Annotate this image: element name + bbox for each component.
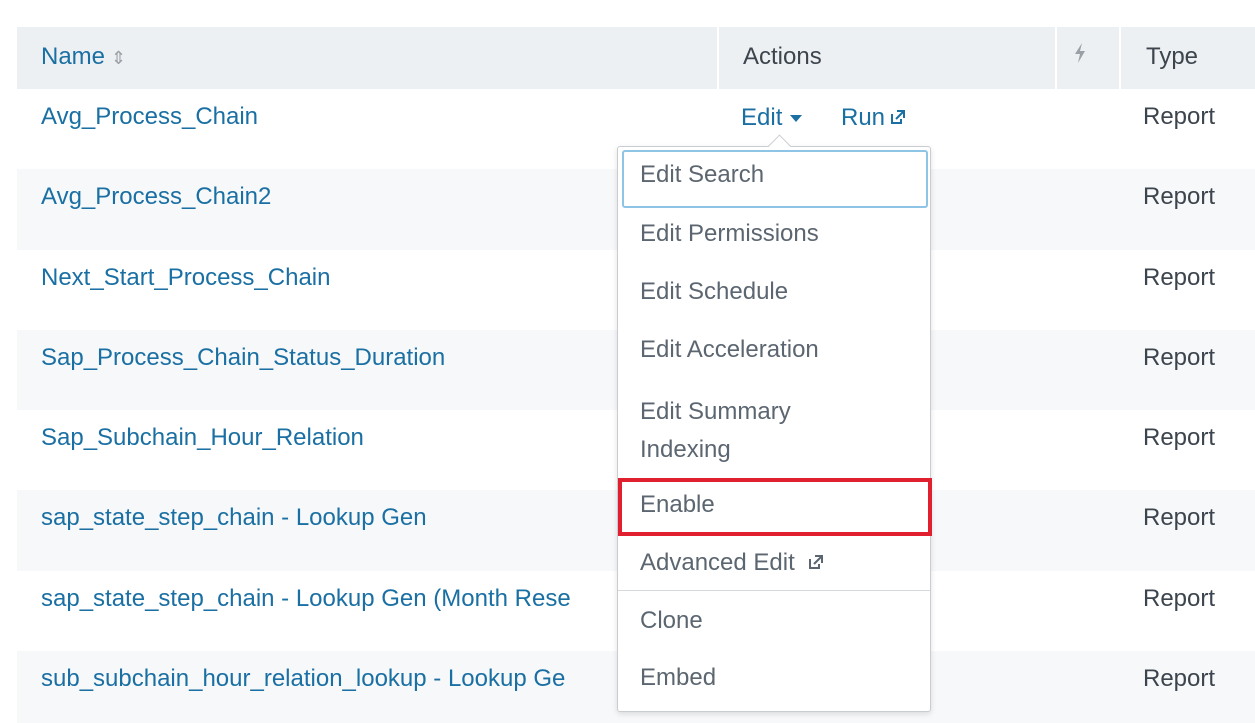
report-type: Report — [1143, 183, 1216, 211]
column-divider — [1055, 27, 1057, 89]
menu-item-edit-search[interactable]: Edit Search — [640, 161, 764, 189]
edit-dropdown-menu: Edit Search Edit Permissions Edit Schedu… — [617, 134, 932, 712]
edit-dropdown-label: Edit — [741, 104, 783, 131]
run-link[interactable]: Run — [841, 104, 906, 132]
report-name-link[interactable]: Next_Start_Process_Chain — [41, 264, 619, 292]
report-type: Report — [1143, 424, 1216, 452]
caret-down-icon — [790, 115, 803, 123]
column-divider — [1119, 27, 1121, 89]
saved-searches-page: Name ⇕ Actions Type Avg_Process_Chain Rep… — [0, 0, 1255, 723]
report-type: Report — [1143, 103, 1216, 130]
report-type: Report — [1143, 504, 1216, 532]
table-header: Name ⇕ Actions Type — [17, 27, 1255, 89]
external-link-icon — [808, 555, 823, 569]
menu-item-edit-summary-line1: Edit Summary — [640, 398, 791, 425]
menu-item-clone[interactable]: Clone — [640, 607, 703, 635]
report-name-link[interactable]: sap_state_step_chain - Lookup Gen — [41, 504, 619, 532]
report-name-link[interactable]: Avg_Process_Chain — [41, 103, 619, 131]
menu-divider — [618, 590, 930, 591]
report-name-link[interactable]: sap_state_step_chain - Lookup Gen (Month… — [41, 585, 619, 613]
column-header-actions: Actions — [743, 43, 822, 70]
report-type: Report — [1143, 343, 1216, 371]
report-name-link[interactable]: sub_subchain_hour_relation_lookup - Look… — [41, 665, 619, 693]
menu-item-enable[interactable]: Enable — [640, 491, 715, 519]
menu-item-edit-summary-indexing[interactable]: Edit Summary Indexing — [640, 393, 791, 469]
menu-item-edit-permissions[interactable]: Edit Permissions — [640, 220, 819, 248]
menu-item-embed[interactable]: Embed — [640, 664, 716, 692]
column-header-name-label: Name — [41, 43, 106, 70]
menu-item-edit-acceleration[interactable]: Edit Acceleration — [640, 336, 819, 364]
menu-item-advanced-edit-label: Advanced Edit — [640, 549, 795, 576]
report-type: Report — [1143, 263, 1216, 291]
external-link-icon — [891, 110, 906, 124]
column-divider — [717, 27, 719, 89]
menu-item-edit-schedule[interactable]: Edit Schedule — [640, 278, 788, 306]
report-name-link[interactable]: Sap_Subchain_Hour_Relation — [41, 424, 619, 452]
report-type: Report — [1143, 584, 1216, 612]
column-header-name[interactable]: Name ⇕ — [41, 27, 126, 89]
sort-icon[interactable]: ⇕ — [111, 48, 126, 68]
run-link-label: Run — [841, 104, 886, 131]
report-name-link[interactable]: Avg_Process_Chain2 — [41, 183, 619, 211]
lightning-icon — [1074, 27, 1086, 89]
menu-item-edit-summary-line2: Indexing — [640, 436, 731, 463]
column-header-type: Type — [1146, 43, 1199, 70]
report-type: Report — [1143, 665, 1216, 693]
edit-dropdown-button[interactable]: Edit — [741, 104, 803, 132]
report-name-link[interactable]: Sap_Process_Chain_Status_Duration — [41, 344, 619, 372]
menu-item-advanced-edit[interactable]: Advanced Edit — [640, 549, 823, 577]
